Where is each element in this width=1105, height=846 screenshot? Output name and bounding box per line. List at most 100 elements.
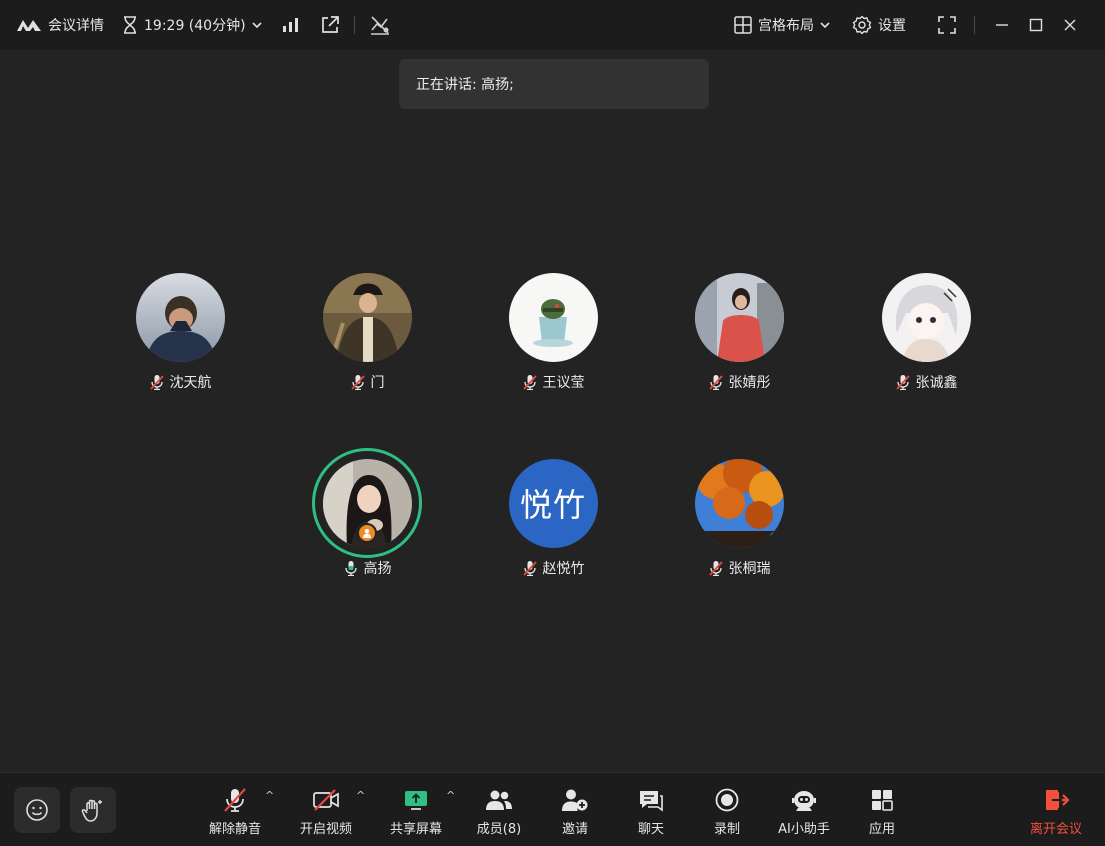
topbar-divider — [353, 16, 355, 34]
network-stats-button[interactable] — [369, 14, 391, 36]
members-button[interactable]: 成员(8) — [472, 787, 526, 837]
grid-layout-icon — [734, 16, 752, 34]
mic-muted-icon — [522, 374, 538, 390]
participant-name: 门 — [370, 375, 385, 391]
mic-on-icon — [343, 560, 359, 576]
participant-name-row: 沈天航 — [149, 372, 212, 392]
participant-name: 张婧彤 — [728, 375, 771, 391]
layout-label: 宫格布局 — [758, 18, 814, 34]
avatar-frame — [684, 262, 794, 372]
apps-button[interactable]: 应用 — [861, 787, 903, 837]
close-button[interactable] — [1053, 8, 1087, 42]
chat-button[interactable]: 聊天 — [630, 787, 672, 837]
minimize-button[interactable] — [985, 8, 1019, 42]
meeting-details-label: 会议详情 — [48, 18, 104, 34]
participant-tile[interactable]: 张婧彤 — [679, 262, 799, 392]
robot-icon — [790, 787, 818, 813]
hand-icon — [80, 797, 106, 823]
apps-grid-icon — [870, 787, 894, 813]
avatar — [322, 272, 412, 362]
gear-icon — [852, 15, 872, 35]
bottom-toolbar: 解除静音 ^ 开启视频 ^ 共享屏幕 ^ 成员(8) 邀请 聊天 录制 AI小助… — [0, 772, 1105, 846]
chevron-down-icon — [820, 21, 830, 29]
audio-options-chevron-icon[interactable]: ^ — [265, 789, 274, 802]
share-screen-label: 共享屏幕 — [389, 822, 442, 837]
minimize-icon — [995, 18, 1009, 32]
participant-name: 王议莹 — [542, 375, 585, 391]
participant-name-row: 张诚鑫 — [895, 372, 958, 392]
participant-name: 张诚鑫 — [915, 375, 958, 391]
raise-hand-button[interactable] — [70, 787, 116, 833]
avatar — [694, 458, 784, 548]
layout-button[interactable]: 宫格布局 — [734, 15, 830, 35]
chat-icon — [638, 787, 664, 813]
participant-tile[interactable]: 沈天航 — [120, 262, 240, 392]
share-screen-icon — [403, 787, 429, 813]
participant-tile[interactable]: 张诚鑫 — [866, 262, 986, 392]
title-bar: 会议详情 19:29 (40分钟) 宫格布局 设置 — [0, 0, 1105, 50]
signal-button[interactable] — [282, 17, 300, 33]
avatar — [135, 272, 225, 362]
maximize-icon — [1029, 18, 1043, 32]
leave-meeting-label: 离开会议 — [1029, 822, 1082, 837]
emoji-reaction-button[interactable] — [14, 787, 60, 833]
avatar-frame — [312, 262, 422, 372]
leave-meeting-button[interactable]: 离开会议 — [1026, 787, 1086, 837]
avatar — [508, 272, 598, 362]
participant-name-row: 王议莹 — [522, 372, 585, 392]
participant-name-row: 张婧彤 — [708, 372, 771, 392]
settings-label: 设置 — [878, 18, 906, 34]
video-off-icon — [312, 787, 340, 813]
start-video-label: 开启视频 — [299, 822, 352, 837]
maximize-button[interactable] — [1019, 8, 1053, 42]
avatar-frame — [125, 262, 235, 372]
share-screen-button[interactable]: 共享屏幕 — [386, 787, 446, 837]
speaking-text: 正在讲话: 高扬; — [416, 77, 514, 93]
mic-muted-icon — [708, 374, 724, 390]
meeting-timer[interactable]: 19:29 (40分钟) — [122, 15, 262, 35]
hourglass-icon — [122, 16, 138, 34]
participant-name: 高扬 — [363, 561, 392, 577]
mic-muted-icon — [708, 560, 724, 576]
unmute-button[interactable]: 解除静音 — [205, 787, 265, 837]
video-options-chevron-icon[interactable]: ^ — [356, 789, 365, 802]
participant-tile[interactable]: 张桐瑞 — [679, 448, 799, 578]
participant-name: 张桐瑞 — [728, 561, 771, 577]
timer-text: 19:29 (40分钟) — [144, 18, 246, 34]
fullscreen-button[interactable] — [930, 8, 964, 42]
avatar-frame: 悦竹 — [498, 448, 608, 558]
participant-name-row: 门 — [350, 372, 385, 392]
avatar-frame — [684, 448, 794, 558]
chat-label: 聊天 — [637, 822, 664, 837]
ai-assistant-button[interactable]: AI小助手 — [772, 787, 836, 837]
participant-name-row: 赵悦竹 — [522, 558, 585, 578]
record-icon — [715, 787, 739, 813]
host-badge-icon — [357, 523, 377, 543]
record-button[interactable]: 录制 — [706, 787, 748, 837]
invite-label: 邀请 — [561, 822, 588, 837]
participant-tile-speaking[interactable]: 高扬 — [307, 448, 427, 578]
participant-tile[interactable]: 悦竹 赵悦竹 — [493, 448, 613, 578]
chevron-down-icon — [251, 21, 262, 29]
avatar — [881, 272, 971, 362]
speaking-indicator: 正在讲话: 高扬; — [399, 59, 709, 109]
participant-tile[interactable]: 门 — [307, 262, 427, 392]
invite-button[interactable]: 邀请 — [554, 787, 596, 837]
fullscreen-icon — [938, 16, 956, 34]
mic-muted-icon — [522, 560, 538, 576]
avatar-frame — [312, 448, 422, 558]
meeting-details-button[interactable]: 会议详情 — [16, 15, 104, 35]
share-options-chevron-icon[interactable]: ^ — [446, 789, 455, 802]
settings-button[interactable]: 设置 — [852, 15, 906, 35]
avatar-frame — [498, 262, 608, 372]
mic-muted-icon — [350, 374, 366, 390]
start-video-button[interactable]: 开启视频 — [296, 787, 356, 837]
mic-muted-icon — [895, 374, 911, 390]
open-external-button[interactable] — [320, 15, 340, 35]
mic-muted-icon — [222, 787, 248, 813]
participant-tile[interactable]: 王议莹 — [493, 262, 613, 392]
unmute-label: 解除静音 — [208, 822, 261, 837]
smiley-icon — [25, 798, 49, 822]
app-logo-icon — [16, 17, 42, 33]
exit-icon — [1042, 787, 1070, 813]
